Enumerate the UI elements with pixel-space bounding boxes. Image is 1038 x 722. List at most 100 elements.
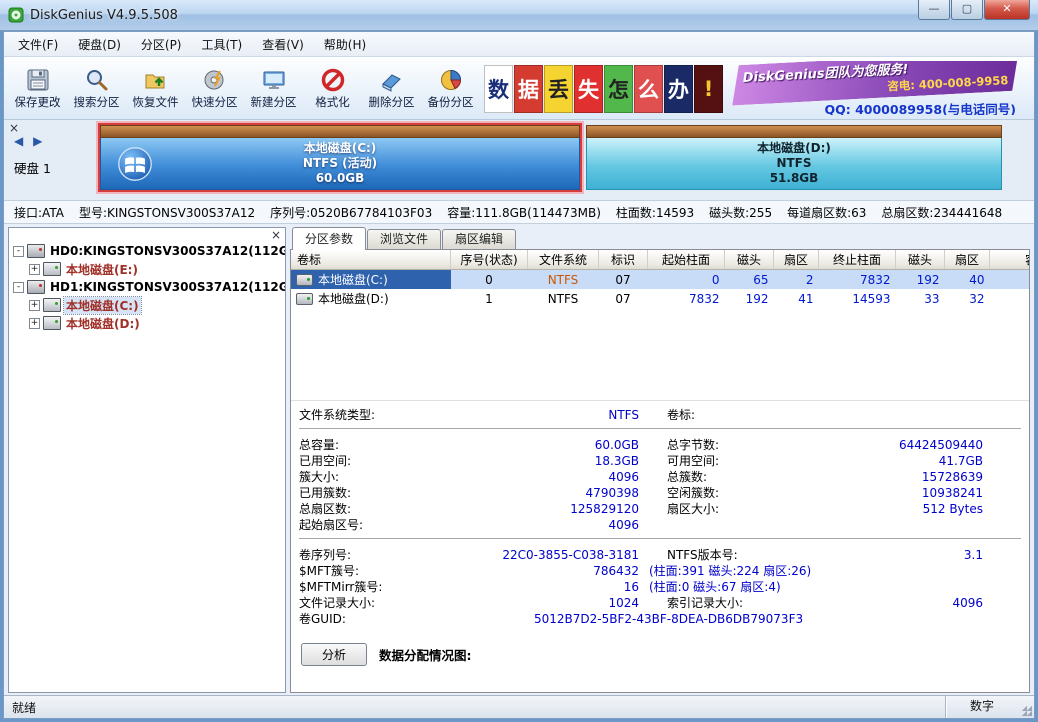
- title-bar[interactable]: DiskGenius V4.9.5.508 — ▢ ✕: [0, 0, 1038, 31]
- cell: 0: [450, 269, 528, 289]
- window-body: 文件(F) 硬盘(D) 分区(P) 工具(T) 查看(V) 帮助(H) 保存更改 搜索分: [3, 31, 1035, 719]
- detail-label: 空闲簇数:: [667, 486, 720, 500]
- maximize-button[interactable]: ▢: [951, 0, 983, 20]
- panel-body: 卷标序号(状态)文件系统标识起始柱面磁头扇区终止柱面磁头扇区容量 本地磁盘(C:…: [290, 249, 1030, 693]
- partition-table-area: 卷标序号(状态)文件系统标识起始柱面磁头扇区终止柱面磁头扇区容量 本地磁盘(C:…: [291, 250, 1029, 401]
- detail-row: 卷GUID: 5012B7D2-5BF2-43BF-8DEA-DB6DB79073…: [299, 611, 1029, 627]
- detail-value: 16: [623, 580, 639, 594]
- detail-value: 18.3GB: [594, 454, 639, 468]
- tree-expand-toggle[interactable]: +: [29, 317, 40, 329]
- next-disk-arrow-icon[interactable]: ▶: [33, 134, 45, 148]
- column-header[interactable]: 扇区: [944, 250, 990, 270]
- menu-item-3[interactable]: 工具(T): [192, 33, 253, 56]
- detail-value-wide: 5012B7D2-5BF2-43BF-8DEA-DB6DB79073F3: [534, 612, 804, 626]
- column-header[interactable]: 文件系统: [527, 250, 599, 270]
- ad-tile-0: 数: [484, 65, 513, 113]
- detail-row: 总容量: 60.0GB 总字节数: 64424509440: [299, 437, 1029, 453]
- disk-icon: [27, 244, 45, 258]
- column-header[interactable]: 磁头: [895, 250, 945, 270]
- menu-item-0[interactable]: 文件(F): [8, 33, 68, 56]
- toolbar-button-quick-partition[interactable]: 快速分区: [185, 61, 244, 115]
- cell: 40: [944, 269, 990, 289]
- column-header[interactable]: 卷标: [291, 250, 451, 270]
- detail-value: 4790398: [585, 486, 639, 500]
- recover-files-icon: [145, 74, 164, 88]
- toolbar-button-backup-partition[interactable]: 备份分区: [421, 61, 480, 115]
- data-distribution-label: 数据分配情况图:: [379, 648, 472, 663]
- detail-value: [837, 517, 983, 533]
- table-row[interactable]: 本地磁盘(C:)0NTFS07065278321924060.0GB: [291, 269, 1029, 289]
- analyze-button[interactable]: 分析: [301, 643, 367, 666]
- detail-row: 文件系统类型: NTFS 卷标:: [299, 407, 1029, 423]
- tree-expand-toggle[interactable]: -: [13, 245, 24, 257]
- detail-label: 卷序列号:: [299, 548, 352, 562]
- resize-grip[interactable]: [1018, 696, 1034, 718]
- disk-info-segment: 每道扇区数:63: [787, 205, 867, 220]
- column-header[interactable]: 容量: [989, 250, 1029, 270]
- toolbar-button-new-partition[interactable]: 新建分区: [244, 61, 303, 115]
- status-bar: 就绪 数字: [4, 695, 1034, 718]
- disk-tree: - HD0:KINGSTONSV300S37A12(112GB) + 本地磁盘(E:)…: [9, 242, 285, 332]
- tree-expand-toggle[interactable]: +: [29, 263, 40, 275]
- disk-info-segment: 总扇区数:234441648: [881, 205, 1003, 220]
- tab-1[interactable]: 浏览文件: [367, 229, 442, 249]
- toolbar-button-delete-partition[interactable]: 删除分区: [362, 61, 421, 115]
- toolbar-button-format[interactable]: 格式化: [303, 61, 362, 115]
- disk-info-segment: 柱面数:14593: [615, 205, 695, 220]
- detail-value: 41.7GB: [938, 454, 983, 468]
- section-divider: [299, 538, 1021, 542]
- disk-icon: [27, 280, 45, 294]
- partition-bar-c[interactable]: 本地磁盘(C:) NTFS (活动) 60.0GB: [98, 123, 582, 192]
- detail-label: $MFT簇号:: [299, 564, 360, 578]
- cell: 7832: [818, 269, 896, 289]
- cell: 60.0GB: [989, 269, 1029, 289]
- detail-row: 总扇区数: 125829120 扇区大小: 512 Bytes: [299, 501, 1029, 517]
- tree-item-0[interactable]: - HD0:KINGSTONSV300S37A12(112GB): [9, 242, 285, 260]
- tree-item-label: 本地磁盘(E:): [66, 262, 138, 277]
- ad-tile-3: 失: [574, 65, 603, 113]
- ad-banner[interactable]: 数据丢失怎么办! DiskGenius团队为您服务! 咨电: 400-008-9…: [484, 61, 1030, 115]
- column-header[interactable]: 磁头: [724, 250, 774, 270]
- detail-value: 22C0-3855-C038-3181: [502, 548, 639, 562]
- tree-item-2[interactable]: - HD1:KINGSTONSV300S37A12(112GB): [9, 278, 285, 296]
- partition-bar-d[interactable]: 本地磁盘(D:) NTFS 51.8GB: [586, 125, 1002, 190]
- menu-item-1[interactable]: 硬盘(D): [68, 33, 131, 56]
- tree-item-4[interactable]: + 本地磁盘(D:): [9, 314, 285, 332]
- toolbar-button-search-partition[interactable]: 搜索分区: [67, 61, 126, 115]
- column-header[interactable]: 终止柱面: [818, 250, 896, 270]
- cell: 32: [969, 291, 985, 306]
- cell: 2: [773, 269, 819, 289]
- menu-item-2[interactable]: 分区(P): [131, 33, 192, 56]
- column-header[interactable]: 序号(状态): [450, 250, 528, 270]
- disk-info-line: 接口:ATA 型号:KINGSTONSV300S37A12 序列号:0520B677…: [4, 201, 1034, 224]
- minimize-button[interactable]: —: [918, 0, 950, 20]
- menu-item-5[interactable]: 帮助(H): [314, 33, 376, 56]
- close-button[interactable]: ✕: [984, 0, 1030, 20]
- format-icon: [321, 68, 344, 91]
- close-icon[interactable]: ×: [9, 121, 19, 135]
- partition-detail-panel: 分区参数 浏览文件 扇区编辑 卷标 序号(状态) 文件系统 标识 起始柱面 磁头 扇区 终止柱面磁…: [290, 227, 1030, 693]
- column-header[interactable]: 标识: [598, 250, 648, 270]
- table-header-row: 卷标序号(状态)文件系统标识起始柱面磁头扇区终止柱面磁头扇区容量: [291, 250, 1029, 270]
- table-row[interactable]: 本地磁盘(D:) 1 NTFS 07 7832 192 41 14593 33 32 51.8GB: [291, 289, 1029, 308]
- column-header[interactable]: 扇区: [773, 250, 819, 270]
- detail-value: 3.1: [963, 548, 983, 562]
- tab-0[interactable]: 分区参数: [292, 227, 367, 250]
- tree-item-label: 本地磁盘(D:): [66, 316, 140, 331]
- disk-info-segment: 磁头数:255: [709, 205, 773, 220]
- ad-text-block: DiskGenius团队为您服务! 咨电: 400-008-9958 QQ: 4…: [723, 61, 1030, 115]
- detail-label: 起始扇区号:: [299, 518, 364, 532]
- cell: 0: [647, 269, 725, 289]
- toolbar-button-recover-files[interactable]: 恢复文件: [126, 61, 185, 115]
- tree-expand-toggle[interactable]: -: [13, 281, 24, 293]
- tree-item-3[interactable]: + 本地磁盘(C:): [9, 295, 285, 315]
- column-header[interactable]: 起始柱面: [647, 250, 725, 270]
- partition-size: 51.8GB: [769, 171, 819, 185]
- prev-disk-arrow-icon[interactable]: ◀: [14, 134, 26, 148]
- menu-item-4[interactable]: 查看(V): [252, 33, 314, 56]
- close-icon[interactable]: ×: [271, 228, 281, 242]
- tree-expand-toggle[interactable]: +: [29, 299, 40, 311]
- toolbar-button-save-changes[interactable]: 保存更改: [8, 61, 67, 115]
- tree-item-1[interactable]: + 本地磁盘(E:): [9, 260, 285, 278]
- tab-2[interactable]: 扇区编辑: [442, 229, 517, 249]
